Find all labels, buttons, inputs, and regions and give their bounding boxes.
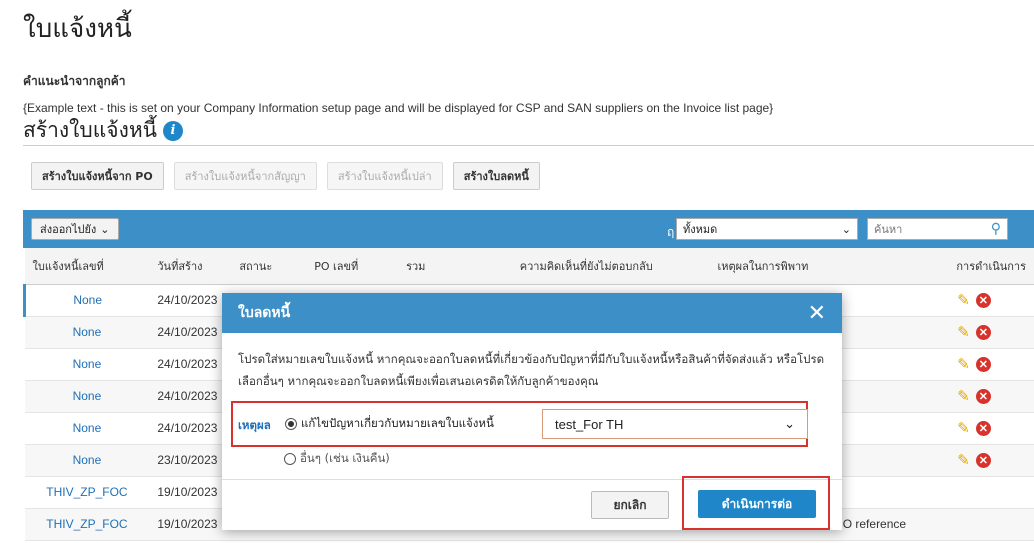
invoice-select-value: test_For TH xyxy=(555,416,624,432)
page-title: ใบแจ้งหนี้ xyxy=(23,14,132,44)
invoice-number-link[interactable]: None xyxy=(24,444,150,477)
create-from-po-button[interactable]: สร้างใบแจ้งหนี้จาก PO xyxy=(31,162,164,190)
proceed-button[interactable]: ดำเนินการต่อ xyxy=(698,490,816,518)
radio-selected-icon[interactable] xyxy=(285,418,297,430)
create-title-text: สร้างใบแจ้งหนี้ xyxy=(23,118,158,142)
created-date: 23/10/2023 xyxy=(149,444,232,477)
invoice-select[interactable]: test_For TH ⌄ xyxy=(542,409,808,439)
invoice-number-link[interactable]: None xyxy=(24,412,150,445)
col-unanswered-comments[interactable]: ความคิดเห็นที่ยังไม่ตอบกลับ xyxy=(511,248,710,285)
delete-icon[interactable]: ✕ xyxy=(975,388,991,404)
created-date: 24/10/2023 xyxy=(149,348,232,381)
filter-icon: ฤ xyxy=(667,225,675,239)
col-status[interactable]: สถานะ xyxy=(231,248,307,285)
dialog-title: ใบลดหนี้ xyxy=(238,305,291,321)
create-invoice-title: สร้างใบแจ้งหนี้ i xyxy=(23,114,184,147)
search-placeholder: ค้นหา xyxy=(874,223,903,236)
table-toolbar: ส่งออกไปยัง ⌄ ฤ ทั้งหมด ⌄ ค้นหา ⚲ xyxy=(23,210,1034,248)
cancel-button[interactable]: ยกเลิก xyxy=(591,491,669,519)
invoice-number-link[interactable]: None xyxy=(24,348,150,381)
create-from-contract-button[interactable]: สร้างใบแจ้งหนี้จากสัญญา xyxy=(173,162,317,190)
radio-other-label: อื่นๆ (เช่น เงินคืน) xyxy=(300,451,390,465)
invoice-number-link[interactable]: THIV_ZP_FOC xyxy=(24,476,150,509)
dialog-header: ใบลดหนี้ ✕ xyxy=(222,293,842,333)
export-dropdown[interactable]: ส่งออกไปยัง ⌄ xyxy=(31,218,119,240)
delete-icon[interactable]: ✕ xyxy=(975,324,991,340)
create-credit-memo-button[interactable]: สร้างใบลดหนี้ xyxy=(452,162,540,190)
col-created-date[interactable]: วันที่สร้าง xyxy=(149,248,232,285)
chevron-down-icon: ⌄ xyxy=(784,416,795,431)
created-date: 24/10/2023 xyxy=(149,412,232,445)
radio-other[interactable]: อื่นๆ (เช่น เงินคืน) xyxy=(284,450,390,468)
create-blank-button[interactable]: สร้างใบแจ้งหนี้เปล่า xyxy=(326,162,443,190)
divider xyxy=(23,145,1034,146)
radio-fix-invoice-label: แก้ไขปัญหาเกี่ยวกับหมายเลขใบแจ้งหนี้ xyxy=(301,416,494,430)
reason-label: เหตุผล xyxy=(238,418,271,432)
invoice-number-link[interactable]: None xyxy=(24,380,150,413)
export-label: ส่งออกไปยัง xyxy=(40,223,97,236)
invoice-number-link[interactable]: None xyxy=(24,316,150,349)
example-text: {Example text - this is set on your Comp… xyxy=(23,101,774,115)
created-date: 24/10/2023 xyxy=(149,284,232,317)
search-icon[interactable]: ⚲ xyxy=(991,221,1001,237)
filter-value: ทั้งหมด xyxy=(683,223,718,236)
search-input[interactable]: ค้นหา ⚲ xyxy=(867,218,1008,240)
col-actions: การดำเนินการ xyxy=(914,248,1034,285)
chevron-down-icon: ⌄ xyxy=(100,222,110,236)
reason-highlight: เหตุผล แก้ไขปัญหาเกี่ยวกับหมายเลขใบแจ้งห… xyxy=(231,401,808,447)
dialog-description: โปรดใส่หมายเลขใบแจ้งหนี้ หากคุณจะออกใบลด… xyxy=(238,352,825,388)
col-invoice-number[interactable]: ใบแจ้งหนี้เลขที่ xyxy=(24,248,150,285)
edit-pencil-icon[interactable]: ✎ xyxy=(957,355,970,373)
col-dispute-reason[interactable]: เหตุผลในการพิพาท xyxy=(709,248,915,285)
created-date: 24/10/2023 xyxy=(149,316,232,349)
edit-pencil-icon[interactable]: ✎ xyxy=(957,419,970,437)
table-header-row: ใบแจ้งหนี้เลขที่ วันที่สร้าง สถานะ PO เล… xyxy=(24,248,1034,285)
delete-icon[interactable]: ✕ xyxy=(975,452,991,468)
close-icon[interactable]: ✕ xyxy=(808,301,826,326)
filter-select[interactable]: ทั้งหมด ⌄ xyxy=(676,218,858,240)
edit-pencil-icon[interactable]: ✎ xyxy=(957,451,970,469)
delete-icon[interactable]: ✕ xyxy=(975,420,991,436)
credit-memo-dialog: ใบลดหนี้ ✕ โปรดใส่หมายเลขใบแจ้งหนี้ หากค… xyxy=(222,293,842,530)
proceed-highlight: ดำเนินการต่อ xyxy=(682,476,830,530)
col-total[interactable]: รวม xyxy=(398,248,512,285)
col-po-number[interactable]: PO เลขที่ xyxy=(306,248,399,285)
create-actions: สร้างใบแจ้งหนี้จาก PO สร้างใบแจ้งหนี้จาก… xyxy=(31,162,540,190)
edit-pencil-icon[interactable]: ✎ xyxy=(957,323,970,341)
created-date: 24/10/2023 xyxy=(149,380,232,413)
invoice-number-link[interactable]: THIV_ZP_FOC xyxy=(24,508,150,541)
edit-pencil-icon[interactable]: ✎ xyxy=(957,291,970,309)
chevron-down-icon: ⌄ xyxy=(841,222,851,236)
customer-note-label: คำแนะนำจากลูกค้า xyxy=(23,74,126,88)
radio-unselected-icon[interactable] xyxy=(284,453,296,465)
created-date: 19/10/2023 xyxy=(149,476,232,509)
info-icon[interactable]: i xyxy=(163,120,184,141)
edit-pencil-icon[interactable]: ✎ xyxy=(957,387,970,405)
created-date: 19/10/2023 xyxy=(149,508,232,541)
invoice-number-link[interactable]: None xyxy=(23,284,150,317)
delete-icon[interactable]: ✕ xyxy=(975,356,991,372)
delete-icon[interactable]: ✕ xyxy=(975,292,991,308)
radio-fix-invoice[interactable]: แก้ไขปัญหาเกี่ยวกับหมายเลขใบแจ้งหนี้ xyxy=(285,415,494,433)
